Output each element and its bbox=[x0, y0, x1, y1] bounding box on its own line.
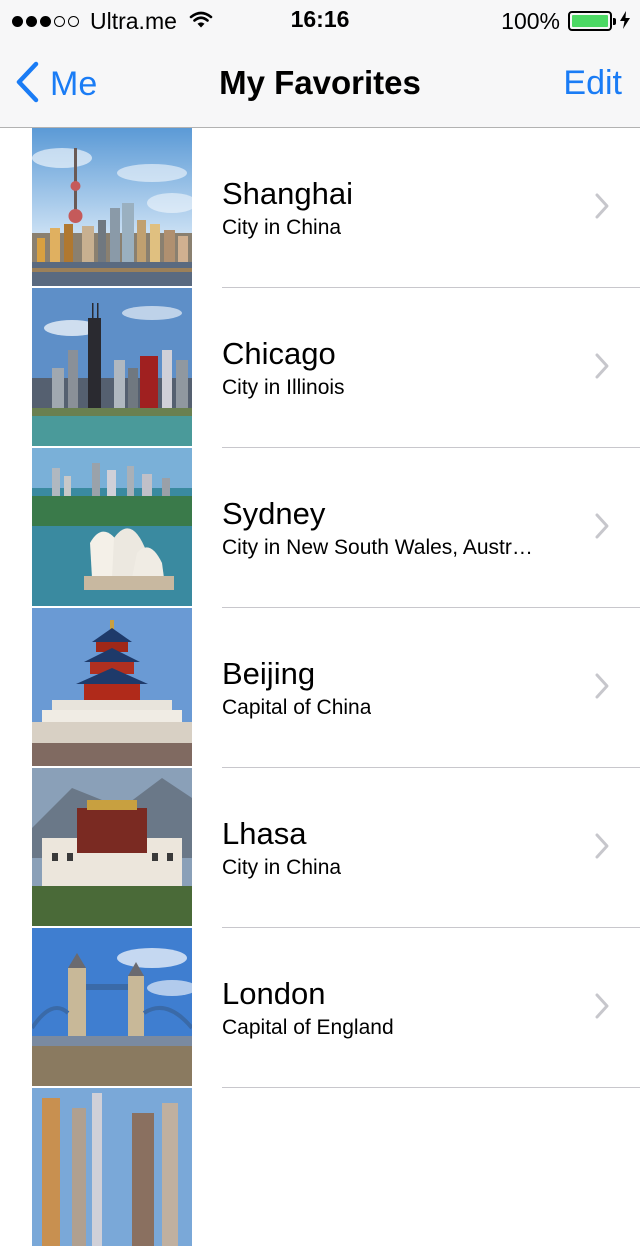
favorite-title: Chicago bbox=[222, 336, 336, 371]
back-button[interactable]: Me bbox=[14, 61, 98, 108]
favorite-title: Lhasa bbox=[222, 816, 307, 851]
chevron-right-icon bbox=[594, 992, 610, 1025]
sydney-opera-house-photo bbox=[32, 448, 192, 606]
potala-palace-photo bbox=[32, 768, 192, 926]
navigation-bar: Me My Favorites Edit bbox=[0, 40, 640, 128]
favorite-row-lhasa[interactable]: Lhasa City in China bbox=[0, 768, 640, 928]
favorite-row-sydney[interactable]: Sydney City in New South Wales, Austr… bbox=[0, 448, 640, 608]
chevron-right-icon bbox=[594, 672, 610, 705]
shanghai-skyline-photo bbox=[32, 128, 192, 286]
favorite-row-partial[interactable] bbox=[0, 1088, 640, 1248]
favorite-title: Shanghai bbox=[222, 176, 354, 211]
battery-icon bbox=[568, 11, 616, 31]
chevron-right-icon bbox=[594, 832, 610, 865]
city-skyline-photo bbox=[32, 1088, 192, 1246]
chevron-left-icon bbox=[14, 61, 40, 108]
tower-bridge-photo bbox=[32, 928, 192, 1086]
favorite-subtitle: City in New South Wales, Austr… bbox=[222, 536, 533, 559]
favorite-row-chicago[interactable]: Chicago City in Illinois bbox=[0, 288, 640, 448]
favorite-row-beijing[interactable]: Beijing Capital of China bbox=[0, 608, 640, 768]
edit-button[interactable]: Edit bbox=[563, 64, 622, 103]
temple-of-heaven-photo bbox=[32, 608, 192, 766]
favorites-list: Shanghai City in China Chicago City in I… bbox=[0, 128, 640, 1248]
chevron-right-icon bbox=[594, 352, 610, 385]
favorite-subtitle: City in China bbox=[222, 856, 342, 879]
chevron-right-icon bbox=[594, 192, 610, 225]
favorite-subtitle: City in Illinois bbox=[222, 376, 345, 399]
status-right: 100% bbox=[501, 6, 630, 36]
battery-percent: 100% bbox=[501, 7, 560, 34]
favorite-subtitle: City in China bbox=[222, 216, 342, 239]
back-button-label: Me bbox=[50, 64, 98, 103]
favorite-title: Sydney bbox=[222, 496, 326, 531]
favorite-title: Beijing bbox=[222, 656, 316, 691]
charging-bolt-icon bbox=[620, 8, 630, 35]
favorite-title: London bbox=[222, 976, 326, 1011]
favorite-row-shanghai[interactable]: Shanghai City in China bbox=[0, 128, 640, 288]
chevron-right-icon bbox=[594, 512, 610, 545]
favorite-subtitle: Capital of China bbox=[222, 696, 372, 719]
status-bar: Ultra.me 16:16 100% bbox=[0, 0, 640, 40]
chicago-skyline-photo bbox=[32, 288, 192, 446]
favorite-subtitle: Capital of England bbox=[222, 1016, 394, 1039]
favorite-row-london[interactable]: London Capital of England bbox=[0, 928, 640, 1088]
